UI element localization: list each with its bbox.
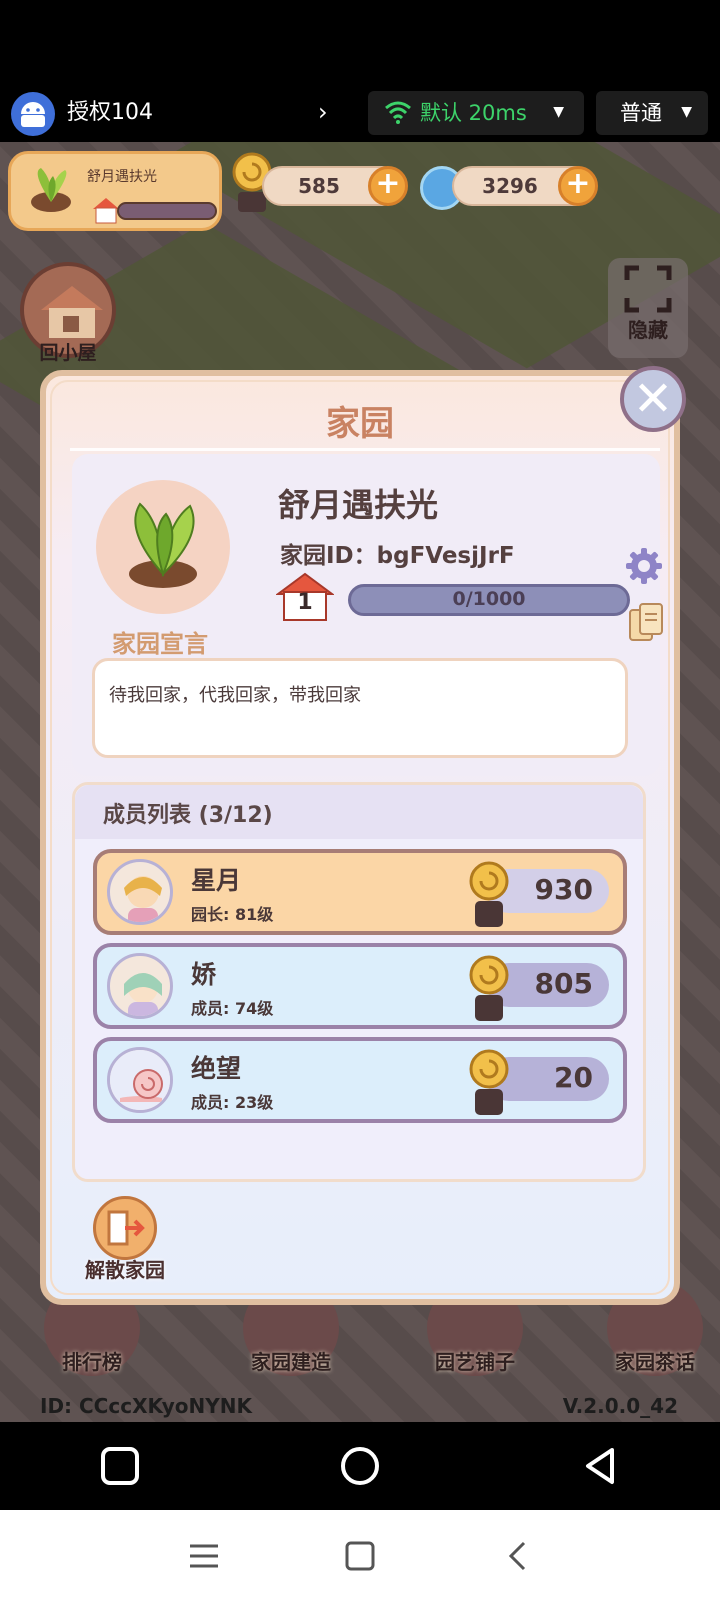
gear-icon[interactable]	[624, 546, 664, 586]
quality-selector[interactable]: 普通 ▼	[596, 91, 708, 135]
hide-ui-button[interactable]: 隐藏	[608, 258, 688, 358]
home-button-label: 回小屋	[39, 342, 97, 364]
exp-text: 0/1000	[452, 588, 526, 610]
home-id-value: bgFVesjJrF	[376, 543, 515, 569]
home-id: 家园ID：bgFVesjJrF	[280, 536, 515, 570]
declaration-text: 待我回家，代我回家，带我回家	[109, 685, 361, 706]
chevron-right-icon[interactable]: ›	[318, 98, 328, 126]
swirl-gem-counter: 3296 +	[452, 166, 598, 206]
hide-label: 隐藏	[628, 318, 668, 342]
player-card[interactable]: 舒月遇扶光	[8, 151, 222, 231]
network-label: 默认 20ms	[420, 101, 527, 125]
member-role: 成员: 74级	[191, 999, 274, 1018]
remote-system-nav	[0, 1422, 720, 1510]
nav-label: 排行榜	[62, 1350, 122, 1374]
caret-down-icon: ▼	[681, 104, 692, 120]
wifi-icon	[385, 101, 411, 124]
member-avatar	[107, 1047, 173, 1113]
home-modal: 家园 家园宣言 舒月遇扶光 家园ID：bgFVesjJrF 1 0/1000 待…	[40, 370, 680, 1305]
nav-label: 家园茶话	[615, 1350, 695, 1374]
menu-icon[interactable]	[186, 1538, 222, 1574]
declaration-box[interactable]: 待我回家，代我回家，带我回家	[92, 658, 628, 758]
caret-down-icon: ▼	[553, 104, 564, 120]
member-role: 园长: 81级	[191, 905, 274, 924]
network-selector[interactable]: 默认 20ms ▼	[368, 91, 584, 135]
snail-coin-counter: 585 +	[262, 166, 408, 206]
home-info-card: 家园宣言 舒月遇扶光 家园ID：bgFVesjJrF 1 0/1000 待我回家…	[72, 454, 663, 776]
member-list-header: 成员列表 (3/12)	[75, 785, 643, 839]
modal-title: 家园	[326, 404, 394, 444]
nav-label: 家园建造	[251, 1350, 331, 1374]
home-name: 舒月遇扶光	[278, 486, 439, 524]
nav-label: 园艺铺子	[435, 1350, 515, 1374]
home-button[interactable]: 回小屋	[18, 262, 118, 364]
close-button[interactable]: ✕	[620, 366, 686, 432]
android-icon[interactable]	[11, 92, 55, 136]
plant-avatar-icon	[31, 168, 71, 212]
home-level: 1	[297, 590, 313, 615]
quality-label: 普通	[620, 101, 662, 125]
title-divider	[70, 448, 660, 451]
home-level-badge: 1	[274, 572, 336, 626]
copy-icon[interactable]	[628, 602, 664, 642]
add-snail-coin-button[interactable]: +	[368, 166, 408, 206]
member-name: 星月	[191, 866, 242, 895]
back-chevron-icon[interactable]	[500, 1538, 536, 1574]
member-avatar	[107, 859, 173, 925]
home-avatar[interactable]	[96, 480, 230, 614]
member-row[interactable]: 娇 成员: 74级 805	[93, 943, 627, 1029]
close-icon: ✕	[632, 371, 674, 427]
back-triangle-icon[interactable]	[576, 1442, 624, 1490]
member-list-title: 成员列表 (3/12)	[103, 803, 273, 828]
member-name: 娇	[191, 960, 217, 989]
player-name: 舒月遇扶光	[87, 169, 157, 185]
user-id: ID: CCccXKyoNYNK	[40, 1394, 252, 1418]
square-icon[interactable]	[342, 1538, 378, 1574]
plant-avatar-icon	[129, 502, 197, 588]
swirl-gem-value: 3296	[482, 174, 538, 198]
member-row[interactable]: 星月 园长: 81级 930	[93, 849, 627, 935]
member-row[interactable]: 绝望 成员: 23级 20	[93, 1037, 627, 1123]
version-label: V.2.0.0_42	[562, 1394, 678, 1418]
snail-coin-icon	[469, 1049, 509, 1115]
exp-progress-bar: 0/1000	[348, 584, 630, 616]
member-list-panel: 成员列表 (3/12) 星月 园长: 81级 930 娇 成员: 74级 805	[72, 782, 646, 1182]
home-circle-icon[interactable]	[336, 1442, 384, 1490]
member-role: 成员: 23级	[191, 1093, 274, 1112]
declaration-label: 家园宣言	[112, 630, 208, 658]
disband-home-button[interactable]: 解散家园	[76, 1196, 174, 1283]
fullscreen-icon	[624, 265, 672, 313]
add-swirl-gem-button[interactable]: +	[558, 166, 598, 206]
home-id-label: 家园ID：	[280, 543, 377, 569]
member-avatar	[107, 953, 173, 1019]
snail-coin-icon	[469, 955, 509, 1021]
snail-coin-value: 585	[298, 174, 340, 198]
snail-coin-icon	[469, 861, 509, 927]
player-progress-bar	[117, 202, 217, 220]
member-name: 绝望	[191, 1054, 242, 1083]
exit-door-icon	[93, 1196, 157, 1260]
host-system-nav	[0, 1510, 720, 1601]
device-name[interactable]: 授权104	[67, 98, 153, 128]
recents-icon[interactable]	[96, 1442, 144, 1490]
